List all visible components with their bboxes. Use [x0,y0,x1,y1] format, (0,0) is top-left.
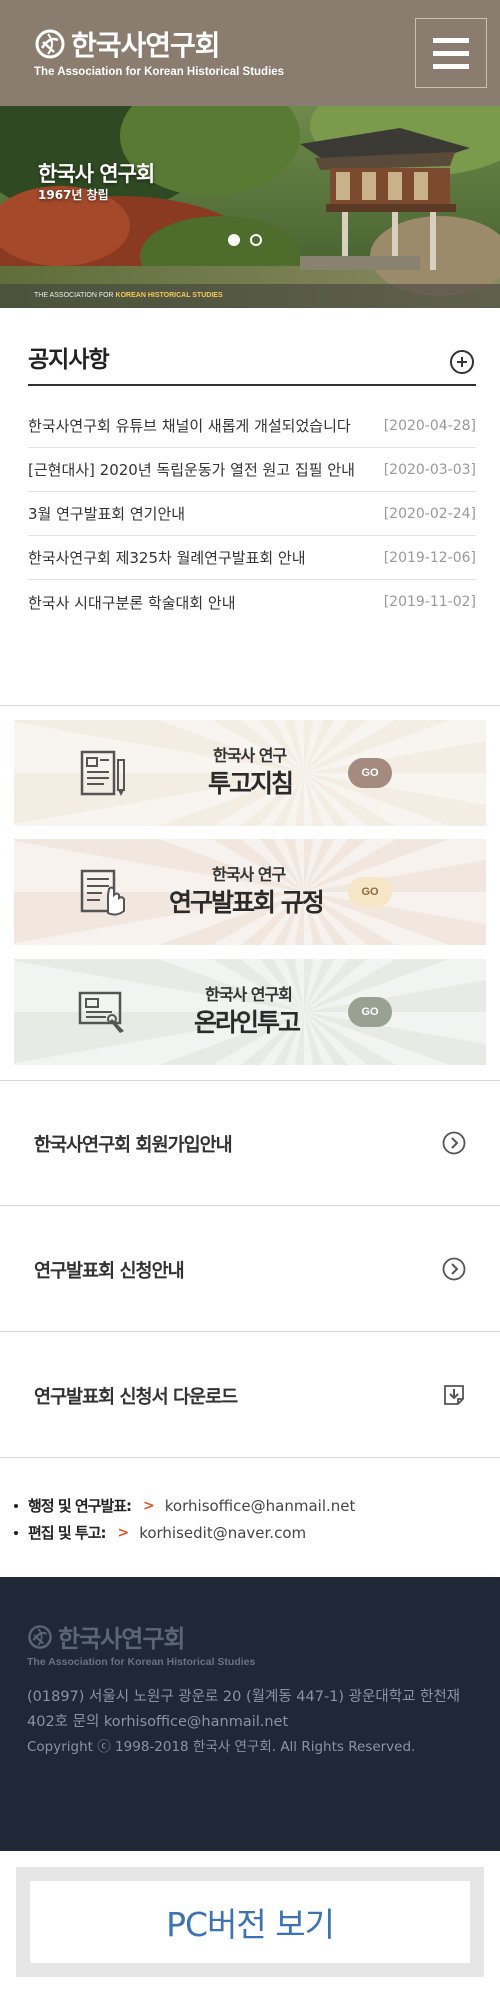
download-document-icon [444,1385,464,1405]
link-label: 연구발표회 신청서 다운로드 [34,1387,238,1408]
chevron-right-circle-icon [442,1257,466,1281]
application-form-download-link[interactable]: 연구발표회 신청서 다운로드 [0,1333,500,1458]
logo-subtitle: The Association for Korean Historical St… [34,66,285,78]
notice-date: [2020-03-03] [383,461,476,478]
site-logo[interactable]: 한국사연구회 The Association for Korean Histor… [34,24,284,78]
notice-date: [2019-12-06] [383,549,476,566]
online-document-icon [78,991,124,1033]
chevron-right-circle-icon [442,1131,466,1155]
chevron-right-icon: > [117,1524,130,1541]
hero-banner: 한국사 연구회 1967년 창립 THE ASSOCIATION FOR KOR… [0,106,500,308]
section-divider [0,705,500,706]
banner-subtitle: 한국사 연구 [213,746,287,765]
notice-header: 공지사항 [28,340,476,386]
slider-dot-2[interactable] [250,234,262,246]
contact-item: 편집 및 투고: > korhisedit@naver.com [14,1519,484,1546]
contact-label: 행정 및 연구발표: [28,1497,132,1515]
footer-logo-title: 한국사연구회 [58,1625,185,1653]
plus-circle-icon[interactable] [450,350,474,374]
presentation-application-link[interactable]: 연구발표회 신청안내 [0,1207,500,1332]
bullet [14,1530,18,1535]
globe-logo-icon [28,1624,52,1649]
link-label: 한국사연구회 회원가입안내 [34,1135,233,1156]
banner-title: 연구발표회 규정 [169,888,325,917]
contact-email[interactable]: korhisoffice@hanmail.net [165,1497,356,1515]
banner-title: 투고지침 [208,769,294,798]
notice-text[interactable]: 한국사연구회 유튜브 채널이 새롭게 개설되었습니다 [28,415,351,436]
notice-text[interactable]: 3월 연구발표회 연기안내 [28,503,185,524]
hero-image [0,106,500,308]
hero-subtitle: 1967년 창립 [38,188,109,202]
go-button[interactable]: GO [348,758,392,788]
membership-guide-link[interactable]: 한국사연구회 회원가입안내 [0,1081,500,1206]
footer-copyright: Copyright ⓒ 1998-2018 한국사 연구회. All Right… [27,1739,416,1755]
go-button[interactable]: GO [348,877,392,907]
logo-title: 한국사연구회 [71,29,221,62]
site-header: 한국사연구회 The Association for Korean Histor… [0,0,500,106]
contact-item: 행정 및 연구발표: > korhisoffice@hanmail.net [14,1492,484,1519]
notice-title: 공지사항 [28,347,110,373]
notice-date: [2020-04-28] [383,417,476,434]
banner-title: 온라인투고 [194,1008,301,1037]
contact-label: 편집 및 투고: [28,1524,106,1542]
hamburger-menu-icon[interactable] [415,18,487,88]
submission-guide-banner[interactable]: 한국사 연구 투고지침 GO [14,720,486,826]
slider-dots [228,234,262,246]
notice-text[interactable]: 한국사연구회 제325차 월례연구발표회 안내 [28,547,306,568]
notice-item[interactable]: [근현대사] 2020년 독립운동가 열전 원고 집필 안내 [2020-03-… [28,448,476,492]
notice-date: [2019-11-02] [383,594,476,610]
notice-item[interactable]: 한국사 시대구분론 학술대회 안내 [2019-11-02] [28,580,476,624]
bullet [14,1503,18,1508]
pc-version-container: PC버전 보기 [16,1867,484,1977]
footer-logo: 한국사연구회 The Association for Korean Histor… [27,1619,255,1668]
slider-dot-1[interactable] [228,234,240,246]
document-hand-icon [80,869,125,916]
footer-logo-subtitle: The Association for Korean Historical St… [27,1656,256,1668]
pc-version-button[interactable]: PC버전 보기 [30,1881,470,1963]
hero-strip-prefix: THE ASSOCIATION FOR [34,292,116,299]
site-footer: 한국사연구회 The Association for Korean Histor… [0,1577,500,1851]
notice-text[interactable]: [근현대사] 2020년 독립운동가 열전 원고 집필 안내 [28,459,355,480]
go-button[interactable]: GO [348,997,392,1027]
globe-logo-icon [35,29,65,59]
banner-subtitle: 한국사 연구 [212,865,286,884]
hero-title: 한국사 연구회 [38,162,155,186]
notice-item[interactable]: 3월 연구발표회 연기안내 [2020-02-24] [28,492,476,536]
presentation-rules-banner[interactable]: 한국사 연구 연구발표회 규정 GO [14,839,486,945]
contact-list: 행정 및 연구발표: > korhisoffice@hanmail.net 편집… [14,1492,484,1546]
contact-email[interactable]: korhisedit@naver.com [139,1524,306,1542]
banner-subtitle: 한국사 연구회 [205,985,293,1004]
notice-list: 한국사연구회 유튜브 채널이 새롭게 개설되었습니다 [2020-04-28] … [28,404,476,624]
notice-text[interactable]: 한국사 시대구분론 학술대회 안내 [28,592,236,613]
chevron-right-icon: > [143,1497,155,1514]
hero-caption-strip: THE ASSOCIATION FOR KOREAN HISTORICAL ST… [0,284,500,308]
document-pen-icon [80,750,125,796]
notice-date: [2020-02-24] [383,505,476,522]
hero-strip-highlight: KOREAN HISTORICAL STUDIES [115,292,223,299]
notice-item[interactable]: 한국사연구회 제325차 월례연구발표회 안내 [2019-12-06] [28,536,476,580]
notice-item[interactable]: 한국사연구회 유튜브 채널이 새롭게 개설되었습니다 [2020-04-28] [28,404,476,448]
online-submission-banner[interactable]: 한국사 연구회 온라인투고 GO [14,959,486,1065]
footer-address: (01897) 서울시 노원구 광운로 20 (월계동 447-1) 광운대학교… [27,1689,461,1730]
link-label: 연구발표회 신청안내 [34,1261,185,1282]
